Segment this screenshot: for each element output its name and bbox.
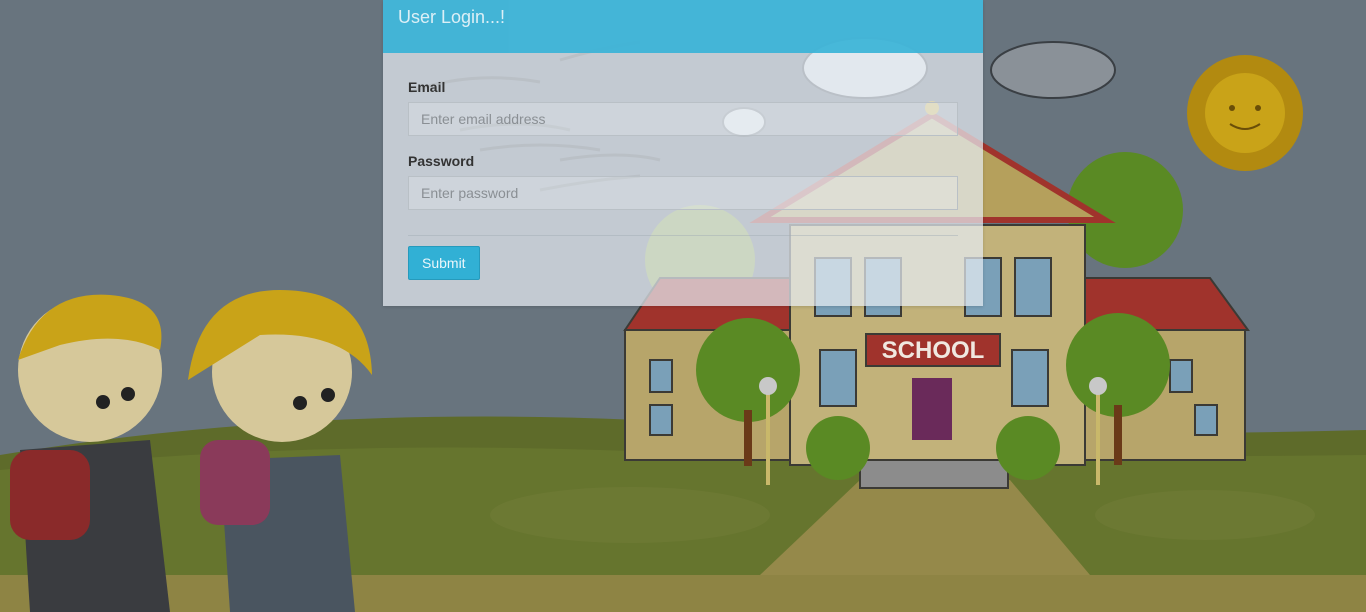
sun-icon bbox=[1187, 55, 1303, 171]
form-divider bbox=[408, 235, 958, 236]
login-form: Email Password Submit bbox=[383, 53, 983, 280]
password-field[interactable] bbox=[408, 176, 958, 210]
password-group: Password bbox=[408, 153, 958, 210]
login-panel: User Login...! Email Password Submit bbox=[383, 0, 983, 306]
password-label: Password bbox=[408, 153, 475, 169]
login-panel-header: User Login...! bbox=[383, 0, 983, 53]
boy-illustration bbox=[10, 294, 170, 612]
cloud-icon bbox=[990, 41, 1116, 99]
school-sign-text: SCHOOL bbox=[882, 337, 985, 364]
submit-button[interactable]: Submit bbox=[408, 246, 480, 280]
email-group: Email bbox=[408, 79, 958, 136]
login-title: User Login...! bbox=[398, 7, 506, 27]
email-label: Email bbox=[408, 79, 446, 95]
email-field[interactable] bbox=[408, 102, 958, 136]
